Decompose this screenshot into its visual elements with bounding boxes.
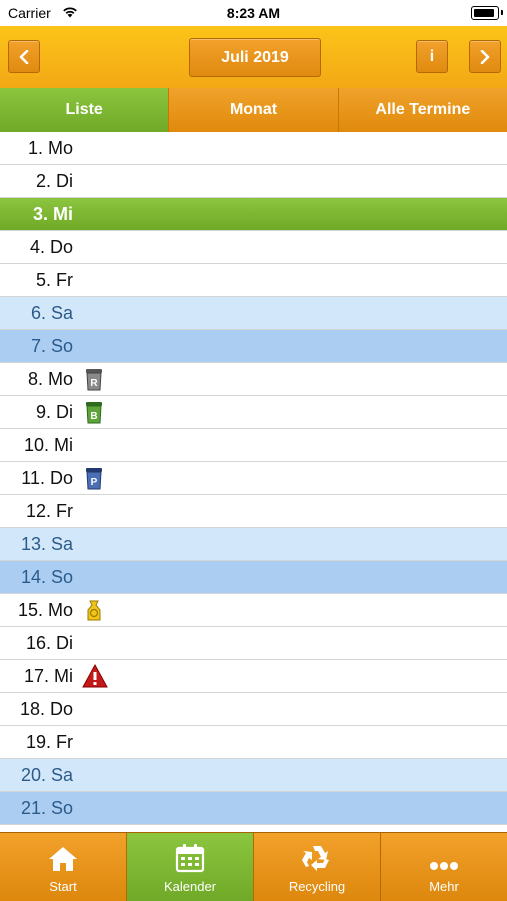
calendar-icon bbox=[175, 844, 205, 873]
day-label: 16. Di bbox=[25, 632, 73, 653]
day-label: 4. Do bbox=[24, 236, 73, 257]
day-label: 12. Fr bbox=[25, 500, 73, 521]
day-label: 14. So bbox=[20, 566, 73, 587]
battery-icon bbox=[471, 6, 499, 20]
tabbar-start-label: Start bbox=[49, 879, 77, 894]
clock: 8:23 AM bbox=[226, 5, 281, 21]
recycling-icon bbox=[302, 846, 329, 871]
day-row[interactable]: 4. Do bbox=[0, 231, 507, 264]
yellow-bag-icon[interactable] bbox=[85, 598, 103, 627]
day-label: 19. Fr bbox=[25, 731, 73, 752]
svg-text:B: B bbox=[90, 411, 97, 422]
previous-month-button[interactable] bbox=[8, 40, 40, 73]
day-row[interactable]: 5. Fr bbox=[0, 264, 507, 297]
home-icon bbox=[49, 847, 77, 871]
day-row[interactable]: 3. Mi bbox=[0, 198, 507, 231]
restmuell-bin-icon[interactable]: R bbox=[85, 367, 103, 396]
day-label: 5. Fr bbox=[30, 269, 73, 290]
day-label: 8. Mo bbox=[22, 368, 73, 389]
tab-liste[interactable]: Liste bbox=[0, 88, 170, 132]
calendar-header: Juli 2019 i bbox=[0, 26, 507, 88]
bio-bin-icon[interactable]: B bbox=[85, 400, 103, 429]
info-button[interactable]: i bbox=[416, 40, 448, 73]
day-label: 11. Do bbox=[21, 467, 73, 488]
day-label: 21. So bbox=[20, 797, 73, 818]
day-row[interactable]: 8. Mo R bbox=[0, 363, 507, 396]
day-row[interactable]: 21. So bbox=[0, 792, 507, 825]
status-bar: Carrier 8:23 AM bbox=[0, 0, 507, 26]
day-row[interactable]: 12. Fr bbox=[0, 495, 507, 528]
tab-alle-termine[interactable]: Alle Termine bbox=[338, 88, 507, 132]
day-label: 3. Mi bbox=[27, 203, 73, 224]
day-label: 20. Sa bbox=[20, 764, 73, 785]
tabbar-mehr[interactable]: Mehr bbox=[381, 833, 507, 901]
day-row[interactable]: 10. Mi bbox=[0, 429, 507, 462]
day-label: 2. Di bbox=[30, 170, 73, 191]
day-label: 13. Sa bbox=[20, 533, 73, 554]
month-selector-button[interactable]: Juli 2019 bbox=[189, 38, 321, 77]
day-row[interactable]: 11. Do P bbox=[0, 462, 507, 495]
day-row[interactable]: 19. Fr bbox=[0, 726, 507, 759]
day-row[interactable]: 14. So bbox=[0, 561, 507, 594]
day-row[interactable]: 7. So bbox=[0, 330, 507, 363]
svg-text:R: R bbox=[90, 378, 98, 389]
day-row[interactable]: 1. Mo bbox=[0, 132, 507, 165]
day-row[interactable]: 6. Sa bbox=[0, 297, 507, 330]
svg-text:P: P bbox=[91, 477, 98, 488]
chevron-right-icon bbox=[480, 49, 490, 64]
more-icon bbox=[430, 862, 458, 870]
tab-monat[interactable]: Monat bbox=[169, 88, 339, 132]
day-row[interactable]: 13. Sa bbox=[0, 528, 507, 561]
chevron-left-icon bbox=[19, 49, 29, 64]
tabbar-kalender-label: Kalender bbox=[163, 879, 217, 894]
tabbar-mehr-label: Mehr bbox=[429, 879, 459, 894]
day-label: 9. Di bbox=[30, 401, 73, 422]
warning-icon[interactable] bbox=[82, 663, 108, 693]
tabbar-start[interactable]: Start bbox=[0, 833, 127, 901]
day-list: 1. Mo 2. Di 3. Mi 4. Do 5. Fr 6. Sa 7. S… bbox=[0, 132, 507, 832]
tabbar-kalender[interactable]: Kalender bbox=[127, 833, 254, 901]
paper-bin-icon[interactable]: P bbox=[85, 466, 103, 495]
day-row[interactable]: 9. Di B bbox=[0, 396, 507, 429]
day-label: 10. Mi bbox=[23, 434, 73, 455]
day-row[interactable]: 16. Di bbox=[0, 627, 507, 660]
day-label: 17. Mi bbox=[23, 665, 73, 686]
bottom-tab-bar: Start Kalender Recycling Mehr bbox=[0, 832, 507, 901]
day-row[interactable]: 15. Mo bbox=[0, 594, 507, 627]
day-label: 15. Mo bbox=[17, 599, 73, 620]
view-tabs: Liste Monat Alle Termine bbox=[0, 88, 507, 132]
day-row[interactable]: 20. Sa bbox=[0, 759, 507, 792]
tabbar-recycling-label: Recycling bbox=[288, 879, 346, 894]
day-label: 6. Sa bbox=[25, 302, 73, 323]
tabbar-recycling[interactable]: Recycling bbox=[254, 833, 381, 901]
day-label: 7. So bbox=[25, 335, 73, 356]
day-row[interactable]: 18. Do bbox=[0, 693, 507, 726]
day-row[interactable]: 2. Di bbox=[0, 165, 507, 198]
day-row[interactable]: 17. Mi bbox=[0, 660, 507, 693]
next-month-button[interactable] bbox=[469, 40, 501, 73]
battery-tip bbox=[501, 10, 503, 15]
day-label: 1. Mo bbox=[22, 137, 73, 158]
day-label: 18. Do bbox=[19, 698, 73, 719]
